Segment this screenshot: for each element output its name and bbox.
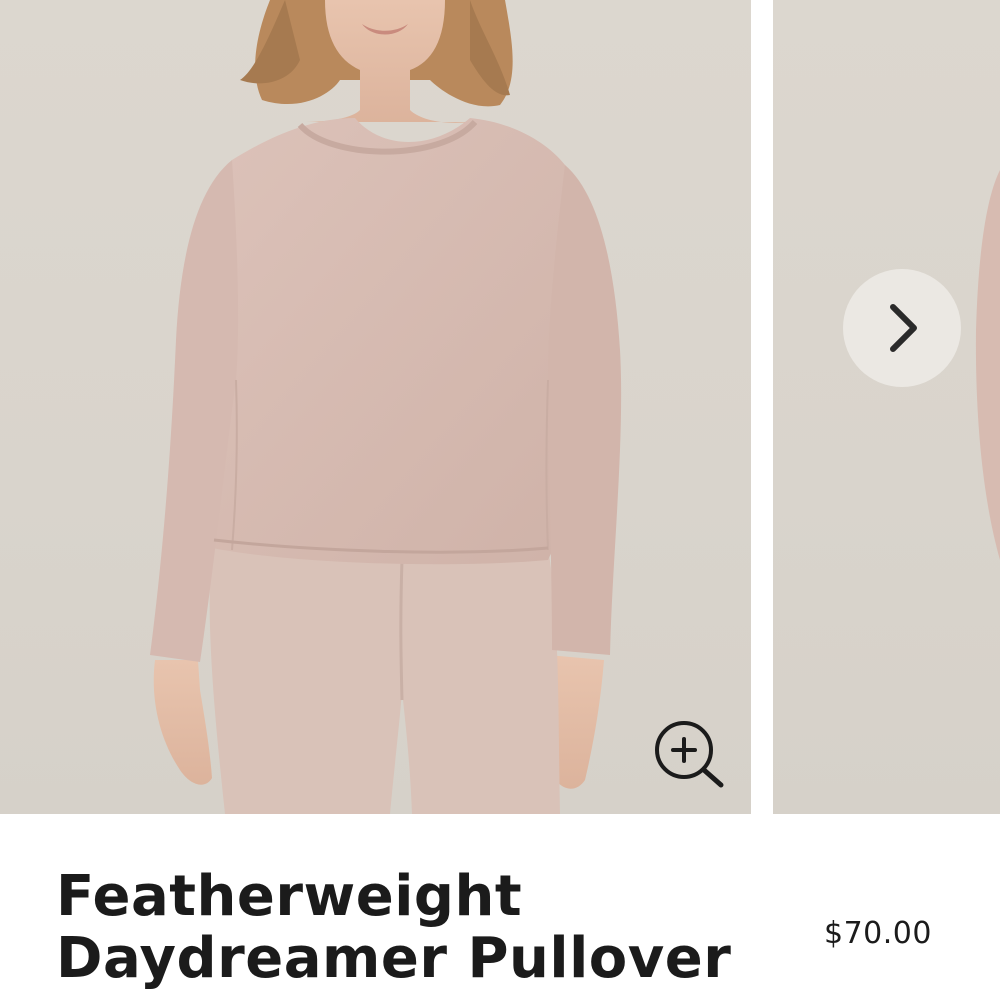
zoom-in-icon — [655, 721, 724, 788]
product-title-line-1: Featherweight — [56, 864, 523, 929]
zoom-button[interactable] — [654, 720, 726, 788]
product-price: $70.00 — [824, 916, 932, 951]
product-title: Featherweight Daydreamer Pullover — [56, 866, 756, 990]
model-photo — [150, 0, 622, 814]
next-image-button[interactable] — [843, 269, 961, 387]
model-photo-preview — [975, 170, 1000, 560]
product-image-next-preview[interactable] — [773, 0, 1000, 814]
product-image-gallery[interactable] — [0, 0, 1000, 814]
chevron-right-icon — [890, 304, 917, 352]
product-title-line-2: Daydreamer Pullover — [56, 926, 732, 991]
product-page: Featherweight Daydreamer Pullover $70.00 — [0, 0, 1000, 1000]
product-image-main[interactable] — [0, 0, 751, 814]
